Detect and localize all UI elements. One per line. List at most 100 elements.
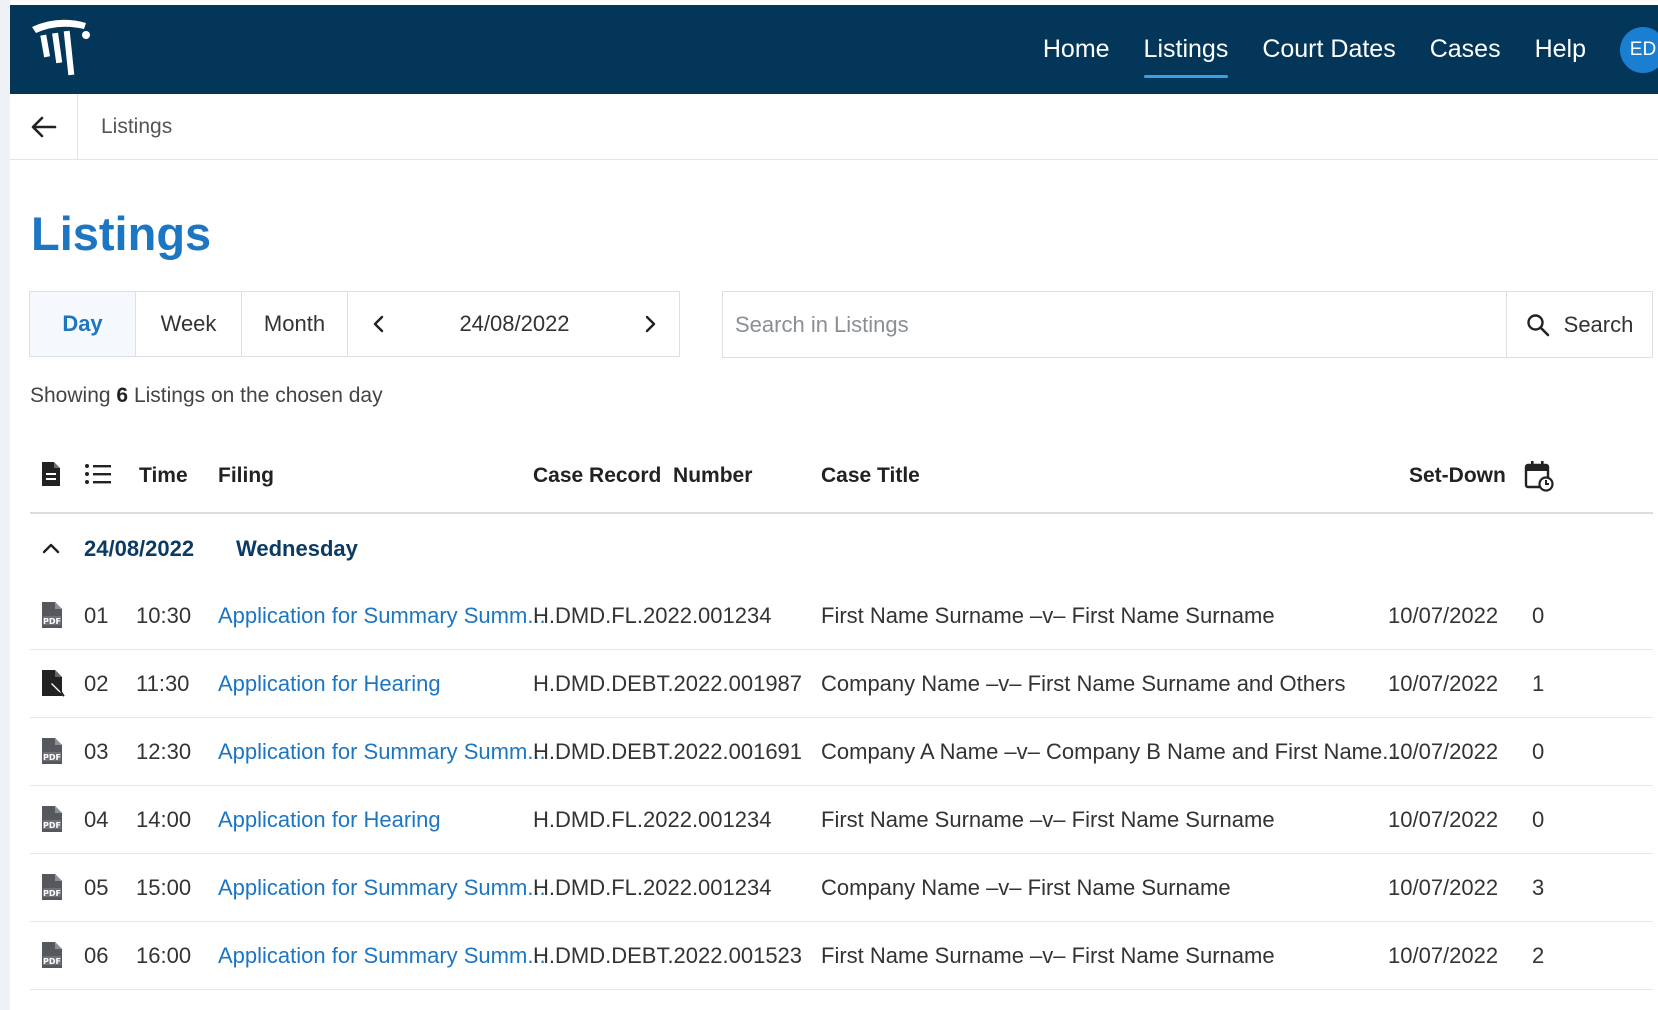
column-header-set-down[interactable]: Set-Down xyxy=(1409,464,1506,488)
svg-text:PDF: PDF xyxy=(43,957,61,966)
left-edge-strip xyxy=(0,0,10,1010)
group-date: 24/08/2022 xyxy=(84,536,195,561)
row-time: 15:00 xyxy=(136,875,192,900)
search-button-label: Search xyxy=(1563,311,1634,337)
column-header-time[interactable]: Time xyxy=(139,464,188,488)
selected-date[interactable]: 24/08/2022 xyxy=(459,311,569,337)
row-time: 14:00 xyxy=(136,807,192,832)
breadcrumb-current: Listings xyxy=(101,114,173,138)
table-row[interactable]: PDF 04 14:00 Application for Hearing H.D… xyxy=(30,786,1653,854)
table-row[interactable]: PDF 03 12:30 Application for Summary Sum… xyxy=(30,718,1653,786)
row-time: 16:00 xyxy=(136,943,192,968)
period-month-button[interactable]: Month xyxy=(242,292,348,356)
row-case-title: Company Name –v– First Name Surname xyxy=(821,875,1231,900)
row-case-title: Company A Name –v– Company B Name and Fi… xyxy=(821,739,1401,764)
period-day-button[interactable]: Day xyxy=(30,292,136,356)
row-filing-link[interactable]: Application for Summary Summ... xyxy=(218,739,546,765)
nav-help[interactable]: Help xyxy=(1535,5,1586,94)
column-header-case-record-number[interactable]: Case Record Number xyxy=(533,464,752,488)
row-filing-link[interactable]: Application for Summary Summ... xyxy=(218,875,546,901)
nav-listings[interactable]: Listings xyxy=(1143,5,1228,94)
row-number: 06 xyxy=(84,943,109,968)
back-button[interactable] xyxy=(10,93,78,160)
search-button[interactable]: Search xyxy=(1506,292,1652,357)
main-nav: Home Listings Court Dates Cases Help ED xyxy=(1043,5,1658,94)
svg-text:PDF: PDF xyxy=(43,821,61,830)
pdf-file-icon[interactable]: PDF xyxy=(40,872,64,907)
next-date-button[interactable] xyxy=(643,314,657,334)
row-set-down: 10/07/2022 xyxy=(1388,739,1499,764)
row-set-down: 10/07/2022 xyxy=(1388,671,1499,696)
row-count: 0 xyxy=(1532,603,1545,628)
table-row[interactable]: PDF 06 16:00 Application for Summary Sum… xyxy=(30,922,1653,990)
chevron-left-icon xyxy=(373,315,384,333)
column-header-filing[interactable]: Filing xyxy=(218,464,274,488)
nav-cases[interactable]: Cases xyxy=(1430,5,1501,94)
chevron-up-icon[interactable] xyxy=(42,542,60,554)
row-filing-link[interactable]: Application for Hearing xyxy=(218,671,441,697)
row-number: 01 xyxy=(84,603,109,628)
nav-court-dates[interactable]: Court Dates xyxy=(1262,5,1395,94)
row-filing-link[interactable]: Application for Summary Summ... xyxy=(218,943,546,969)
nav-home[interactable]: Home xyxy=(1043,5,1110,94)
row-case-title: First Name Surname –v– First Name Surnam… xyxy=(821,807,1275,832)
svg-text:PDF: PDF xyxy=(43,753,61,762)
row-case-number: H.DMD.FL.2022.001234 xyxy=(533,875,772,900)
row-number: 02 xyxy=(84,671,109,696)
row-set-down: 10/07/2022 xyxy=(1388,603,1499,628)
row-case-number: H.DMD.DEBT.2022.001987 xyxy=(533,671,803,696)
search-icon xyxy=(1526,313,1549,336)
row-count: 0 xyxy=(1532,807,1545,832)
summary-count: 6 xyxy=(116,384,129,407)
pdf-file-icon[interactable]: PDF xyxy=(40,600,64,635)
svg-text:PDF: PDF xyxy=(43,889,61,898)
file-sign-icon[interactable] xyxy=(40,668,68,703)
row-case-number: H.DMD.FL.2022.001234 xyxy=(533,603,772,628)
arrow-left-icon xyxy=(31,116,56,137)
pdf-file-icon[interactable]: PDF xyxy=(40,940,64,975)
row-time: 12:30 xyxy=(136,739,192,764)
row-count: 0 xyxy=(1532,739,1545,764)
pdf-file-icon[interactable]: PDF xyxy=(40,736,64,771)
row-set-down: 10/07/2022 xyxy=(1388,875,1499,900)
previous-date-button[interactable] xyxy=(372,314,386,334)
row-count: 3 xyxy=(1532,875,1545,900)
app-logo-icon[interactable] xyxy=(28,15,94,79)
column-header-case-title[interactable]: Case Title xyxy=(821,464,920,488)
summary-prefix: Showing xyxy=(30,384,111,407)
search-input[interactable] xyxy=(723,292,1506,357)
row-case-title: Company Name –v– First Name Surname and … xyxy=(821,671,1346,696)
group-day: Wednesday xyxy=(236,536,358,561)
svg-text:PDF: PDF xyxy=(43,617,61,626)
search-container: Search xyxy=(722,291,1653,358)
row-number: 03 xyxy=(84,739,109,764)
period-week-button[interactable]: Week xyxy=(136,292,242,356)
table-header: Time Filing Case Record Number Case Titl… xyxy=(30,444,1653,514)
top-navigation-bar: Home Listings Court Dates Cases Help ED xyxy=(10,5,1658,94)
row-number: 05 xyxy=(84,875,109,900)
list-icon[interactable] xyxy=(84,462,112,486)
document-icon[interactable] xyxy=(40,460,62,488)
row-case-title: First Name Surname –v– First Name Surnam… xyxy=(821,943,1275,968)
row-count: 1 xyxy=(1532,671,1545,696)
table-row[interactable]: 02 11:30 Application for Hearing H.DMD.D… xyxy=(30,650,1653,718)
row-case-number: H.DMD.DEBT.2022.001523 xyxy=(533,943,803,968)
date-navigator: 24/08/2022 xyxy=(348,311,679,337)
user-avatar[interactable]: ED xyxy=(1620,26,1658,73)
table-row[interactable]: PDF 05 15:00 Application for Summary Sum… xyxy=(30,854,1653,922)
table-row[interactable]: PDF 01 10:30 Application for Summary Sum… xyxy=(30,582,1653,650)
row-time: 11:30 xyxy=(136,671,190,696)
summary-suffix: Listings on the chosen day xyxy=(133,384,383,407)
date-group-header[interactable]: 24/08/2022 Wednesday xyxy=(30,514,1653,582)
chevron-right-icon xyxy=(645,315,656,333)
row-filing-link[interactable]: Application for Hearing xyxy=(218,807,441,833)
row-number: 04 xyxy=(84,807,109,832)
calendar-refresh-icon[interactable] xyxy=(1524,460,1554,492)
period-selector: Day Week Month 24/08/2022 xyxy=(29,291,680,357)
row-count: 2 xyxy=(1532,943,1545,968)
row-case-number: H.DMD.DEBT.2022.001691 xyxy=(533,739,803,764)
page-title: Listings xyxy=(31,207,212,260)
pdf-file-icon[interactable]: PDF xyxy=(40,804,64,839)
row-filing-link[interactable]: Application for Summary Summ... xyxy=(218,603,546,629)
row-time: 10:30 xyxy=(136,603,192,628)
